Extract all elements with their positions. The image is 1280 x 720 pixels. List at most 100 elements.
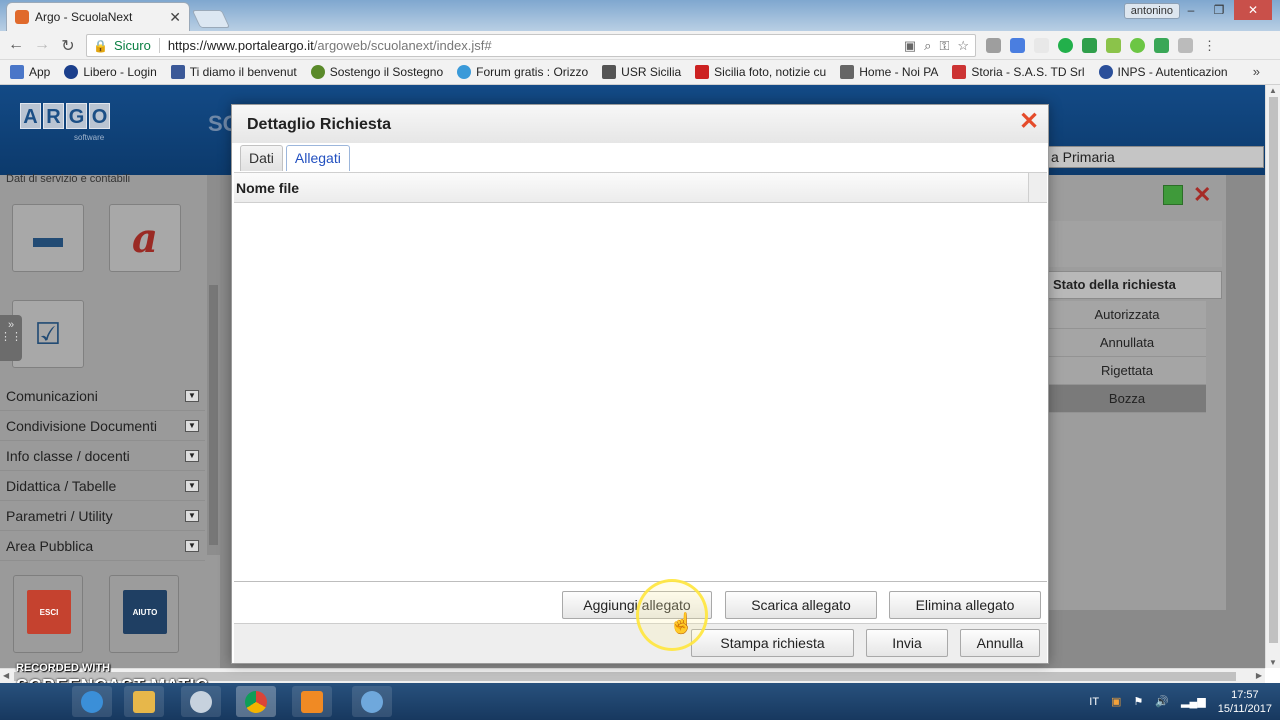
delete-attachment-button[interactable]: Elimina allegato [889,591,1041,619]
key-icon[interactable]: ⚿ [939,38,949,54]
browser-tab[interactable]: Argo - ScuolaNext ✕ [6,2,190,31]
tile-argo[interactable]: a [109,204,181,272]
aiuto-button[interactable]: AIUTO [109,575,179,653]
bookmark-item[interactable]: Forum gratis : Orizzo [457,65,588,79]
dropdown-arrow-icon[interactable]: ▼ [185,509,199,522]
clock[interactable]: 17:57 15/11/2017 [1218,688,1272,716]
taskbar-screencast[interactable] [352,686,392,717]
close-panel-icon[interactable]: ✕ [1193,184,1211,206]
translate-icon[interactable] [1010,38,1025,53]
send-button[interactable]: Invia [866,629,948,657]
taskbar-media[interactable] [292,686,332,717]
clock-time: 17:57 [1231,688,1259,701]
dropdown-arrow-icon[interactable]: ▼ [185,539,199,552]
download-attachment-button[interactable]: Scarica allegato [725,591,877,619]
more-bookmarks-icon[interactable]: » [1253,64,1260,79]
dropdown-arrow-icon[interactable]: ▼ [185,389,199,402]
taskbar-ie[interactable] [72,686,112,717]
expand-grid-icon[interactable] [1163,185,1183,205]
cast-icon[interactable] [1178,38,1193,53]
scroll-down-icon[interactable]: ▼ [1269,658,1277,667]
forward-icon[interactable]: → [32,36,52,54]
bookmark-item[interactable]: Home - Noi PA [840,65,938,79]
menu-item-condivisione[interactable]: Condivisione Documenti ▼ [0,411,205,441]
bookmark-item[interactable]: Sicilia foto, notizie cu [695,65,826,79]
dropdown-arrow-icon[interactable]: ▼ [185,479,199,492]
expand-panel-icon[interactable]: » ⋮⋮ [0,315,22,361]
tile-richieste[interactable]: ☑ [12,300,84,368]
zoom-icon[interactable]: ⌕ [924,38,931,54]
menu-item-info-classe[interactable]: Info classe / docenti ▼ [0,441,205,471]
extension-icon[interactable] [1130,38,1145,53]
reload-icon[interactable]: ↻ [58,36,78,56]
add-attachment-button[interactable]: Aggiungi allegato [562,591,712,619]
bookmark-star-icon[interactable]: ☆ [957,38,969,54]
back-icon[interactable]: ← [6,36,26,54]
maximize-icon[interactable]: ❐ [1206,0,1232,20]
bookmark-item[interactable]: INPS - Autenticazion [1098,65,1228,79]
bookmark-item[interactable]: Storia - S.A.S. TD Srl [952,65,1085,79]
tab-close-icon[interactable]: ✕ [169,9,181,26]
tile-anagrafica[interactable]: ▬ [12,204,84,272]
language-indicator[interactable]: IT [1089,696,1099,708]
page-vertical-scrollbar[interactable]: ▲ ▼ [1265,85,1280,668]
extension-icon[interactable] [986,38,1001,53]
minimize-icon[interactable]: – [1178,0,1204,20]
status-row-selected[interactable]: Bozza [1048,385,1206,413]
esci-button[interactable]: ESCI [13,575,83,653]
address-bar[interactable]: 🔒 Sicuro https://www.portaleargo.it/argo… [86,34,976,57]
print-request-button[interactable]: Stampa richiesta [691,629,854,657]
filter-band [1048,221,1222,267]
bookmark-item[interactable]: Ti diamo il benvenut [170,65,297,79]
scroll-thumb[interactable] [1269,97,1278,643]
window-close-icon[interactable]: ✕ [1234,0,1272,20]
scroll-right-icon[interactable]: ▶ [1256,671,1262,680]
extension-icon[interactable] [1034,38,1049,53]
volume-icon[interactable]: 🔊 [1155,695,1169,708]
menu-item-parametri[interactable]: Parametri / Utility ▼ [0,501,205,531]
office-icon[interactable]: ▣ [1111,695,1121,708]
dropdown-arrow-icon[interactable]: ▼ [185,449,199,462]
status-row[interactable]: Autorizzata [1048,301,1206,329]
dropdown-arrow-icon[interactable]: ▼ [185,419,199,432]
status-column-header: Stato della richiesta [1048,271,1222,299]
scroll-left-icon[interactable]: ◀ [3,671,9,680]
menu-item-comunicazioni[interactable]: Comunicazioni ▼ [0,381,205,411]
cancel-button[interactable]: Annulla [960,629,1040,657]
scroll-up-icon[interactable]: ▲ [1269,86,1277,95]
tab-allegati[interactable]: Allegati [285,145,350,171]
new-tab-button[interactable] [191,10,231,28]
taskbar-chrome[interactable] [236,686,276,717]
drive-icon[interactable] [1082,38,1097,53]
attachments-list[interactable] [234,204,1047,583]
taskbar-explorer[interactable] [124,686,164,717]
menu-item-didattica[interactable]: Didattica / Tabelle ▼ [0,471,205,501]
status-row[interactable]: Annullata [1048,329,1206,357]
cookie-blocked-icon[interactable]: ▣ [904,38,916,54]
tab-dati[interactable]: Dati [240,145,283,171]
extension-icon[interactable] [1154,38,1169,53]
window-controls: – ❐ ✕ [1178,0,1272,20]
bookmark-item[interactable]: Libero - Login [64,65,157,79]
dialog-close-icon[interactable]: ✕ [1018,110,1040,134]
bookmark-item[interactable]: USR Sicilia [602,65,681,79]
chrome-icon [245,690,267,713]
taskbar-app[interactable] [181,686,221,717]
download-icon[interactable] [1106,38,1121,53]
watermark-line1: RECORDED WITH [16,662,111,674]
menu-label: Info classe / docenti [6,447,130,464]
network-icon[interactable]: ▂▄▆ [1181,695,1206,708]
site-icon [695,65,710,79]
profile-chip[interactable]: antonino [1123,3,1180,19]
menu-item-area-pubblica[interactable]: Area Pubblica ▼ [0,531,205,561]
bookmark-item[interactable]: App [10,65,50,79]
column-header-nome-file[interactable]: Nome file [234,173,1029,203]
menu-kebab-icon[interactable]: ⋮ [1202,38,1217,53]
bookmark-item[interactable]: Sostengo il Sostegno [310,65,443,79]
breadcrumb: a Primaria [1048,146,1264,168]
extension-icon[interactable] [1058,38,1073,53]
status-row[interactable]: Rigettata [1048,357,1206,385]
left-scrollbar[interactable] [207,175,220,555]
flag-icon[interactable]: ⚑ [1133,695,1143,708]
scroll-thumb[interactable] [209,285,218,545]
